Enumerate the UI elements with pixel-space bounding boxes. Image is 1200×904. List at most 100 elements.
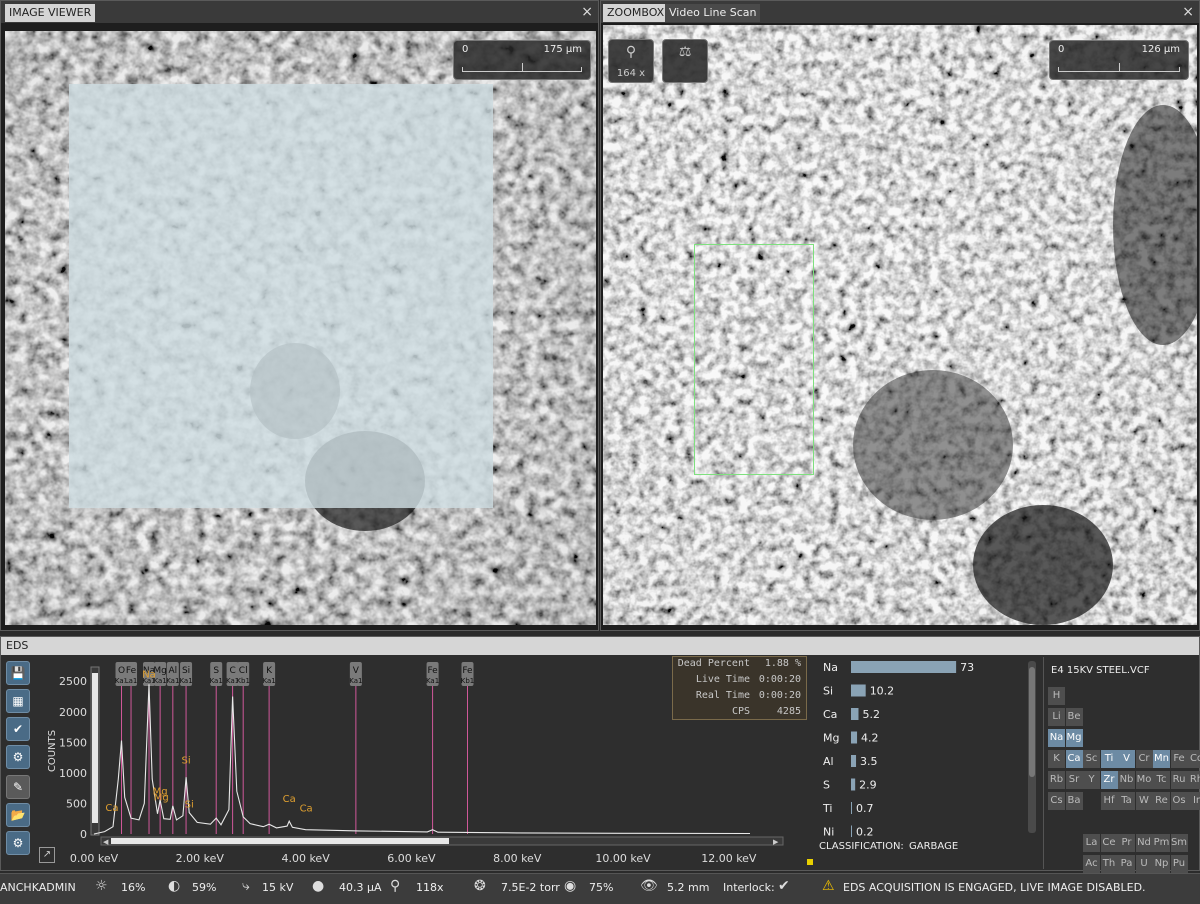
magnification-value[interactable]: 118x bbox=[416, 881, 444, 894]
element-ta[interactable]: Ta bbox=[1118, 792, 1135, 810]
spot-size-value[interactable]: 75% bbox=[589, 881, 613, 894]
zoom-region-box[interactable] bbox=[694, 244, 814, 475]
save-button[interactable]: 💾 bbox=[6, 661, 30, 685]
quant-value-label: 10.2 bbox=[870, 685, 895, 698]
zoombox-panel: ZOOMBOX Video Line Scan × ⚲ 164 x ⚖ 0 12… bbox=[600, 0, 1200, 631]
element-os[interactable]: Os bbox=[1170, 792, 1188, 810]
stats-row-value: 4285 bbox=[776, 706, 801, 717]
element-sc[interactable]: Sc bbox=[1083, 750, 1100, 768]
element-li[interactable]: Li bbox=[1048, 708, 1065, 726]
element-cr[interactable]: Cr bbox=[1135, 750, 1153, 768]
element-ac[interactable]: Ac bbox=[1083, 855, 1100, 873]
element-co[interactable]: Co bbox=[1188, 750, 1200, 768]
annotate-button[interactable]: ✎ bbox=[6, 775, 30, 799]
contrast-icon: ◐ bbox=[168, 878, 181, 894]
peak-label: Si bbox=[181, 756, 190, 767]
element-k[interactable]: K bbox=[1048, 750, 1065, 768]
selection-overlay[interactable] bbox=[69, 84, 493, 508]
element-ca[interactable]: Ca bbox=[1065, 750, 1083, 768]
element-u[interactable]: U bbox=[1135, 855, 1153, 873]
quant-bar bbox=[851, 755, 857, 767]
element-fe[interactable]: Fe bbox=[1170, 750, 1188, 768]
folder-icon: 📂 bbox=[10, 808, 26, 822]
eds-title: EDS bbox=[6, 639, 29, 652]
open-button[interactable]: 📂 bbox=[6, 803, 30, 827]
zoom-level-button[interactable]: ⚲ 164 x bbox=[608, 39, 654, 83]
chart-vertical-scrollbar-thumb bbox=[92, 673, 98, 823]
table-button[interactable]: ▦ bbox=[6, 689, 30, 713]
x-tick-label: 4.00 keV bbox=[281, 852, 330, 865]
element-la[interactable]: La bbox=[1083, 834, 1100, 852]
beam-current-value[interactable]: 40.3 µA bbox=[339, 881, 382, 894]
x-tick-label: 12.00 keV bbox=[701, 852, 757, 865]
tab-zoombox[interactable]: ZOOMBOX bbox=[603, 4, 669, 22]
x-tick-label: 8.00 keV bbox=[493, 852, 542, 865]
check-button[interactable]: ✔ bbox=[6, 717, 30, 741]
brightness-value[interactable]: 16% bbox=[121, 881, 145, 894]
advanced-settings-button[interactable]: ⚙ bbox=[6, 831, 30, 855]
element-hf[interactable]: Hf bbox=[1100, 792, 1118, 810]
element-ba[interactable]: Ba bbox=[1065, 792, 1083, 810]
element-re[interactable]: Re bbox=[1153, 792, 1170, 810]
tab-image-viewer[interactable]: IMAGE VIEWER bbox=[5, 4, 96, 22]
element-nd[interactable]: Nd bbox=[1135, 834, 1153, 852]
element-th[interactable]: Th bbox=[1100, 855, 1118, 873]
element-cs[interactable]: Cs bbox=[1048, 792, 1065, 810]
quant-bar-chart: Na 73 Si 10.2 Ca 5.2 Mg 4.2 Al 3.5 S 2.9 Ti 0.7 Ni 0.2 bbox=[822, 661, 974, 838]
element-v[interactable]: V bbox=[1118, 750, 1135, 768]
quant-element-label: Na bbox=[823, 661, 838, 674]
quant-value-label: 0.2 bbox=[856, 826, 874, 838]
pressure-value[interactable]: 7.5E-2 torr bbox=[501, 881, 560, 894]
element-na[interactable]: Na bbox=[1048, 729, 1065, 747]
peak-marker-line-label: Ka1 bbox=[166, 677, 179, 685]
element-be[interactable]: Be bbox=[1065, 708, 1083, 726]
element-rb[interactable]: Rb bbox=[1048, 771, 1065, 789]
element-sm[interactable]: Sm bbox=[1170, 834, 1188, 852]
element-pm[interactable]: Pm bbox=[1153, 834, 1170, 852]
element-mo[interactable]: Mo bbox=[1135, 771, 1153, 789]
element-pr[interactable]: Pr bbox=[1118, 834, 1135, 852]
contrast-value[interactable]: 59% bbox=[192, 881, 216, 894]
working-distance-value[interactable]: 5.2 mm bbox=[667, 881, 709, 894]
element-pa[interactable]: Pa bbox=[1118, 855, 1135, 873]
user-name: ANCHKADMIN bbox=[0, 881, 76, 894]
y-tick-label: 1000 bbox=[59, 767, 87, 780]
quant-value-label: 3.5 bbox=[860, 755, 878, 768]
element-ti[interactable]: Ti bbox=[1100, 750, 1118, 768]
element-mn[interactable]: Mn bbox=[1153, 750, 1170, 768]
quant-scrollbar-thumb[interactable] bbox=[1029, 667, 1035, 777]
flask-button[interactable]: ⚖ bbox=[662, 39, 708, 83]
element-sr[interactable]: Sr bbox=[1065, 771, 1083, 789]
close-icon[interactable]: × bbox=[1182, 3, 1194, 21]
check-icon: ✔ bbox=[12, 722, 24, 736]
element-w[interactable]: W bbox=[1135, 792, 1153, 810]
stats-row-value: 0:00:20 bbox=[758, 690, 801, 701]
y-axis-label: COUNTS bbox=[47, 730, 58, 772]
element-zr[interactable]: Zr bbox=[1100, 771, 1118, 789]
voltage-value[interactable]: 15 kV bbox=[262, 881, 293, 894]
quant-scrollbar[interactable] bbox=[1028, 661, 1036, 833]
tab-video-line-scan[interactable]: Video Line Scan bbox=[665, 4, 761, 22]
element-pu[interactable]: Pu bbox=[1170, 855, 1188, 873]
close-icon[interactable]: × bbox=[581, 3, 593, 21]
acquisition-stats-box: Dead Percent 1.88 % Live Time 0:00:20 Real T… bbox=[672, 656, 807, 720]
peak-marker-element: O bbox=[118, 666, 125, 676]
vacuum-icon: ❂ bbox=[474, 878, 486, 894]
element-h[interactable]: H bbox=[1048, 687, 1065, 705]
element-ru[interactable]: Ru bbox=[1170, 771, 1188, 789]
element-mg[interactable]: Mg bbox=[1065, 729, 1083, 747]
sem-image[interactable] bbox=[5, 31, 596, 625]
quant-element-label: Mg bbox=[823, 732, 839, 745]
settings-button[interactable]: ⚙ bbox=[6, 745, 30, 769]
magnification-icon: ⚲ bbox=[390, 878, 401, 894]
element-ir[interactable]: Ir bbox=[1188, 792, 1200, 810]
element-np[interactable]: Np bbox=[1153, 855, 1170, 873]
element-ce[interactable]: Ce bbox=[1100, 834, 1118, 852]
quant-element-label: Ti bbox=[822, 802, 832, 815]
element-rh[interactable]: Rh bbox=[1188, 771, 1200, 789]
element-tc[interactable]: Tc bbox=[1153, 771, 1170, 789]
scale-bar-tick bbox=[522, 63, 523, 71]
zoombox-image[interactable] bbox=[603, 25, 1197, 625]
element-y[interactable]: Y bbox=[1083, 771, 1100, 789]
element-nb[interactable]: Nb bbox=[1118, 771, 1135, 789]
